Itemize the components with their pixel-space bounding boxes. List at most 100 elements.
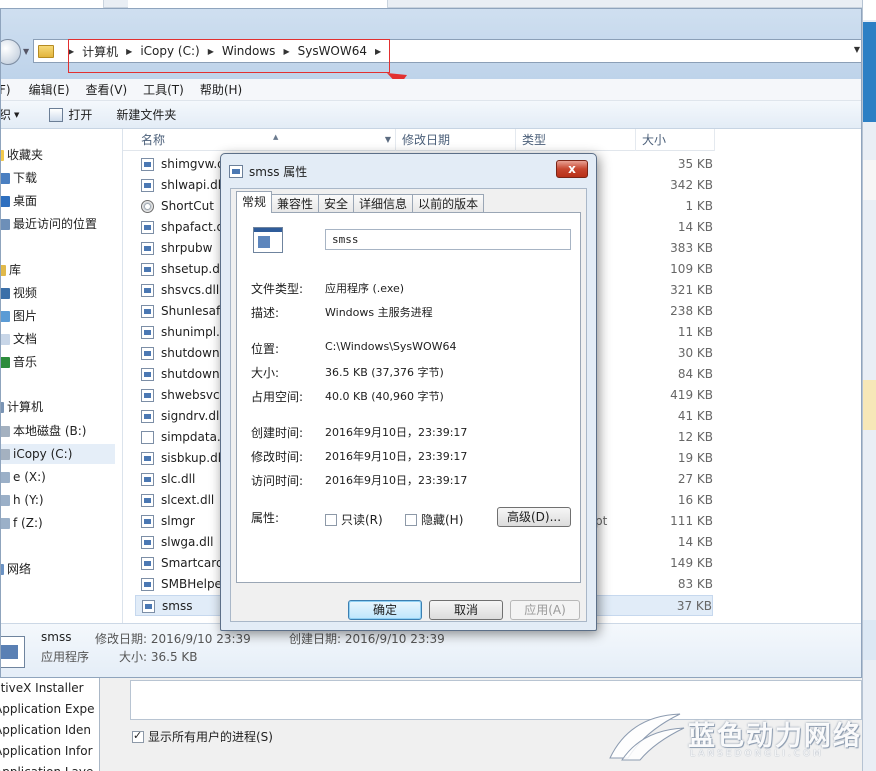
watermark-subtext: LANSEDONGLI.COM: [690, 749, 824, 759]
created-label: 创建时间:: [251, 426, 304, 440]
service-item[interactable]: Application Laye: [0, 762, 99, 771]
menu-edit[interactable]: 编辑(E): [29, 81, 70, 98]
divider: [251, 498, 569, 499]
column-type[interactable]: 类型: [516, 129, 636, 151]
cancel-button[interactable]: 取消: [429, 600, 503, 620]
status-size: 大小: 36.5 KB: [119, 650, 198, 664]
nav-pictures[interactable]: 图片: [1, 306, 38, 326]
file-size: 11 KB: [677, 325, 713, 339]
file-icon: [141, 536, 154, 549]
service-item[interactable]: Application Iden: [0, 720, 99, 741]
file-size: 35 KB: [677, 157, 713, 171]
hidden-checkbox[interactable]: [405, 513, 417, 526]
nav-recent[interactable]: 最近访问的位置: [1, 214, 97, 234]
menu-view[interactable]: 查看(V): [86, 81, 128, 98]
file-size: 83 KB: [677, 577, 713, 591]
file-icon: [141, 305, 154, 318]
nav-libraries[interactable]: 库: [1, 260, 21, 280]
file-type-label: 文件类型:: [251, 282, 304, 296]
folder-icon: [38, 44, 54, 58]
nav-computer[interactable]: 计算机: [1, 397, 43, 417]
nav-drive-z[interactable]: f (Z:): [1, 513, 43, 533]
new-folder-button[interactable]: 新建文件夹: [116, 106, 176, 123]
tab-security[interactable]: 安全: [318, 194, 355, 213]
video-icon: [1, 287, 10, 299]
watermark-text: 蓝色动力网络: [688, 721, 862, 752]
column-modified[interactable]: 修改日期: [396, 129, 516, 151]
dialog-title-bar: smss 属性: [229, 162, 307, 180]
file-size: 321 KB: [670, 283, 713, 297]
readonly-checkbox[interactable]: [325, 513, 337, 526]
menu-help[interactable]: 帮助(H): [200, 81, 242, 98]
file-size: 27 KB: [677, 472, 713, 486]
column-label: 修改日期: [402, 133, 451, 147]
address-dropdown-icon[interactable]: ▼: [854, 45, 860, 54]
application-icon: [253, 227, 283, 253]
file-icon: [141, 242, 154, 255]
nav-drive-b[interactable]: 本地磁盘 (B:): [1, 421, 86, 441]
file-icon: [141, 389, 154, 402]
application-icon: [1, 636, 25, 668]
location-label: 位置:: [251, 342, 280, 356]
file-name: shrpubw: [161, 241, 213, 255]
ok-button[interactable]: 确定: [348, 600, 422, 620]
service-item[interactable]: Application Infor: [0, 741, 99, 762]
file-name: ShunIesafe: [161, 304, 228, 318]
file-icon: [141, 326, 154, 339]
file-size: 14 KB: [677, 535, 713, 549]
file-name-field[interactable]: smss: [325, 229, 571, 250]
divider: [251, 271, 569, 272]
tab-previous-versions[interactable]: 以前的版本: [412, 194, 485, 213]
document-icon: [1, 333, 10, 345]
size-on-disk-label: 占用空间:: [251, 390, 304, 404]
nav-label: e (X:): [13, 470, 46, 484]
menu-tools[interactable]: 工具(T): [143, 81, 184, 98]
nav-label: 图片: [13, 309, 38, 323]
nav-documents[interactable]: 文档: [1, 329, 37, 349]
close-button[interactable]: x: [556, 160, 588, 178]
chevron-down-icon[interactable]: ▼: [385, 129, 391, 151]
nav-videos[interactable]: 视频: [1, 283, 37, 303]
nav-network[interactable]: 网络: [1, 559, 31, 579]
size-on-disk-value: 40.0 KB (40,960 字节): [325, 390, 444, 403]
tab-general[interactable]: 常规: [236, 191, 273, 213]
column-label: 大小: [642, 133, 667, 147]
file-name: shlwapi.dll: [161, 178, 225, 192]
service-item[interactable]: Application Expe: [0, 699, 99, 720]
nav-drive-x[interactable]: e (X:): [1, 467, 46, 487]
column-label: 名称: [141, 133, 166, 147]
column-size[interactable]: 大小: [636, 129, 715, 151]
nav-desktop[interactable]: 桌面: [1, 191, 37, 211]
column-name[interactable]: 名称 ▲ ▼: [135, 129, 396, 151]
file-icon: [141, 263, 154, 276]
open-button[interactable]: 打开: [49, 106, 92, 123]
nav-drive-y[interactable]: h (Y:): [1, 490, 44, 510]
nav-downloads[interactable]: 下载: [1, 168, 37, 188]
open-label: 打开: [68, 108, 93, 122]
show-all-checkbox[interactable]: [132, 729, 144, 743]
show-all-processes[interactable]: 显示所有用户的进程(S): [132, 728, 273, 745]
file-name: shpafact.d: [161, 220, 225, 234]
nav-music[interactable]: 音乐: [1, 352, 37, 372]
file-size: 19 KB: [677, 451, 713, 465]
organize-button[interactable]: 织 ▼: [1, 106, 19, 123]
tab-details[interactable]: 详细信息: [353, 194, 414, 213]
file-icon: [141, 347, 154, 360]
hidden-option[interactable]: 隐藏(H): [405, 511, 463, 528]
tab-compatibility[interactable]: 兼容性: [271, 194, 320, 213]
advanced-button[interactable]: 高级(D)...: [497, 507, 571, 527]
file-size: 41 KB: [677, 409, 713, 423]
file-size: 12 KB: [677, 430, 713, 444]
accessed-label: 访问时间:: [251, 474, 304, 488]
size-value: 36.5 KB (37,376 字节): [325, 366, 444, 379]
file-name: simpdata.t: [161, 430, 226, 444]
nav-drive-c[interactable]: iCopy (C:): [1, 444, 115, 464]
desktop-icon: [1, 195, 10, 207]
star-icon: [1, 149, 4, 161]
open-icon: [49, 107, 64, 122]
history-dropdown-icon[interactable]: ▼: [23, 47, 29, 56]
menu-file[interactable]: F): [1, 83, 11, 97]
nav-favorites[interactable]: 收藏夹: [1, 145, 43, 165]
service-item[interactable]: ctiveX Installer: [0, 678, 99, 699]
readonly-option[interactable]: 只读(R): [325, 511, 383, 528]
